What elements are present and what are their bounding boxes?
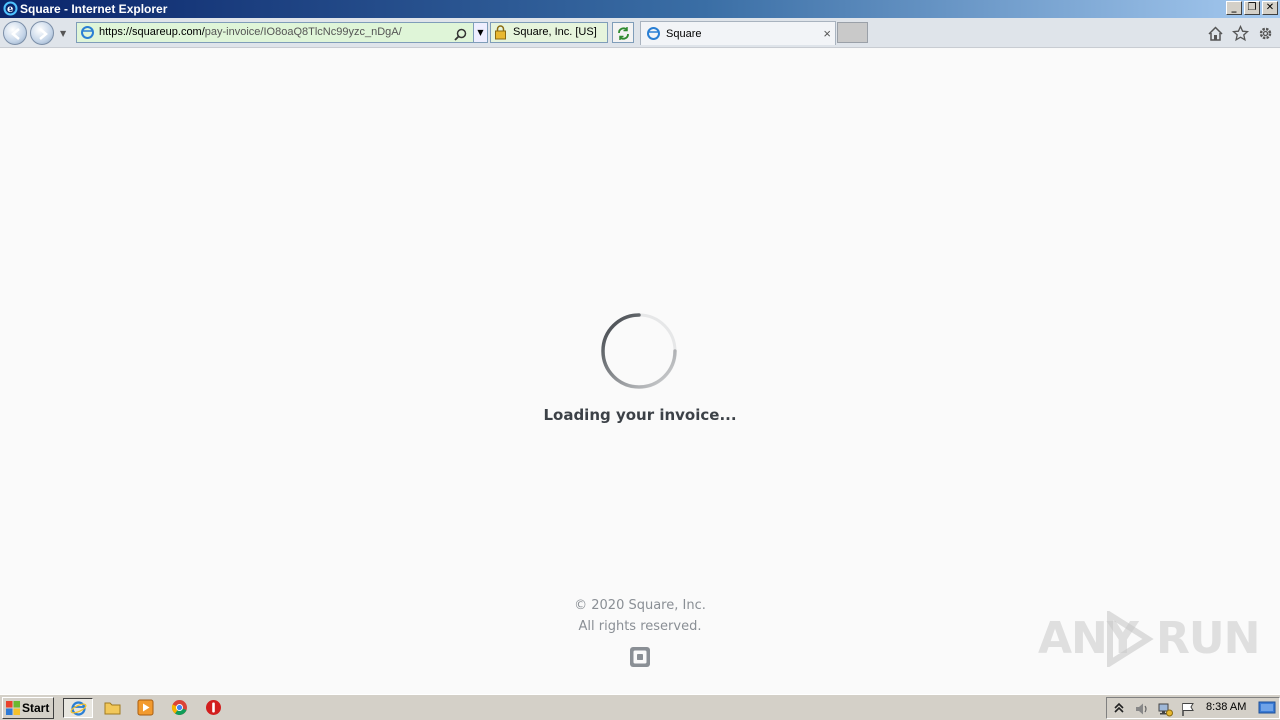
restore-button[interactable]: ❐	[1244, 1, 1260, 15]
svg-text:e: e	[7, 4, 13, 15]
refresh-button[interactable]	[612, 22, 634, 43]
tab-square[interactable]: Square ×	[640, 21, 836, 45]
tab-favicon-icon	[646, 26, 661, 49]
ie-icon	[70, 701, 87, 716]
gear-icon[interactable]	[1257, 25, 1274, 42]
taskbar-explorer-button[interactable]	[98, 698, 128, 718]
new-tab-button[interactable]	[837, 22, 868, 43]
url-path: pay-invoice/IO8oaQ8TlcNc99yzc_nDgA/	[204, 26, 402, 38]
page-icon	[80, 25, 95, 44]
security-certificate[interactable]: Square, Inc. [US]	[490, 22, 608, 43]
address-dropdown-icon[interactable]: ▼	[473, 23, 487, 42]
url-host: https://squareup.com/	[99, 26, 205, 38]
windows-flag-icon	[6, 701, 20, 720]
taskbar-ie-button[interactable]	[63, 698, 93, 718]
network-icon[interactable]	[1157, 701, 1173, 717]
tab-close-icon[interactable]: ×	[823, 23, 831, 45]
stop-icon	[206, 700, 221, 715]
search-icon[interactable]	[454, 26, 467, 45]
start-button[interactable]: Start	[2, 697, 54, 719]
navigation-bar: ▼ https://squareup.com/pay-invoice/IO8oa…	[0, 18, 1280, 48]
forward-arrow-icon	[39, 28, 48, 40]
taskbar-stop-button[interactable]	[199, 698, 229, 718]
title-bar: e Square - Internet Explorer _ ❐ ✕	[0, 0, 1280, 18]
anyrun-watermark: ANY RUN	[1038, 609, 1260, 669]
chrome-icon	[171, 700, 187, 715]
address-bar[interactable]: https://squareup.com/pay-invoice/IO8oaQ8…	[76, 22, 488, 43]
back-arrow-icon	[11, 28, 20, 40]
watermark-play-icon	[1107, 611, 1154, 667]
history-dropdown-icon[interactable]: ▼	[60, 29, 66, 38]
close-button[interactable]: ✕	[1262, 1, 1278, 15]
taskbar-media-player-button[interactable]	[131, 698, 161, 718]
back-button[interactable]	[3, 21, 27, 45]
page-content: Loading your invoice... © 2020 Square, I…	[0, 49, 1280, 694]
clock: 8:38 AM	[1206, 701, 1247, 713]
window-title: Square - Internet Explorer	[20, 2, 168, 16]
square-logo-icon	[630, 647, 650, 667]
start-label: Start	[22, 701, 50, 715]
loading-message: Loading your invoice...	[543, 406, 737, 424]
tab-label: Square	[666, 28, 702, 40]
folder-icon	[104, 702, 121, 715]
media-player-icon	[137, 699, 154, 716]
refresh-icon	[618, 27, 629, 40]
taskbar: Start 8:38 AM	[0, 694, 1280, 720]
loading-spinner-icon	[601, 313, 677, 389]
system-tray: 8:38 AM	[1106, 697, 1280, 719]
lock-icon	[494, 25, 507, 47]
favorites-star-icon[interactable]	[1231, 24, 1250, 42]
show-hidden-icons-icon[interactable]	[1111, 701, 1127, 717]
volume-icon[interactable]	[1134, 701, 1150, 717]
show-desktop-icon[interactable]	[1258, 700, 1276, 720]
home-icon[interactable]	[1207, 25, 1224, 42]
forward-button[interactable]	[30, 21, 54, 45]
minimize-button[interactable]: _	[1226, 1, 1242, 15]
certificate-label: Square, Inc. [US]	[513, 26, 597, 38]
url-text[interactable]: https://squareup.com/pay-invoice/IO8oaQ8…	[99, 26, 402, 38]
watermark-right-text: RUN	[1156, 613, 1260, 664]
taskbar-chrome-button[interactable]	[165, 698, 195, 718]
action-center-flag-icon[interactable]	[1180, 701, 1196, 717]
